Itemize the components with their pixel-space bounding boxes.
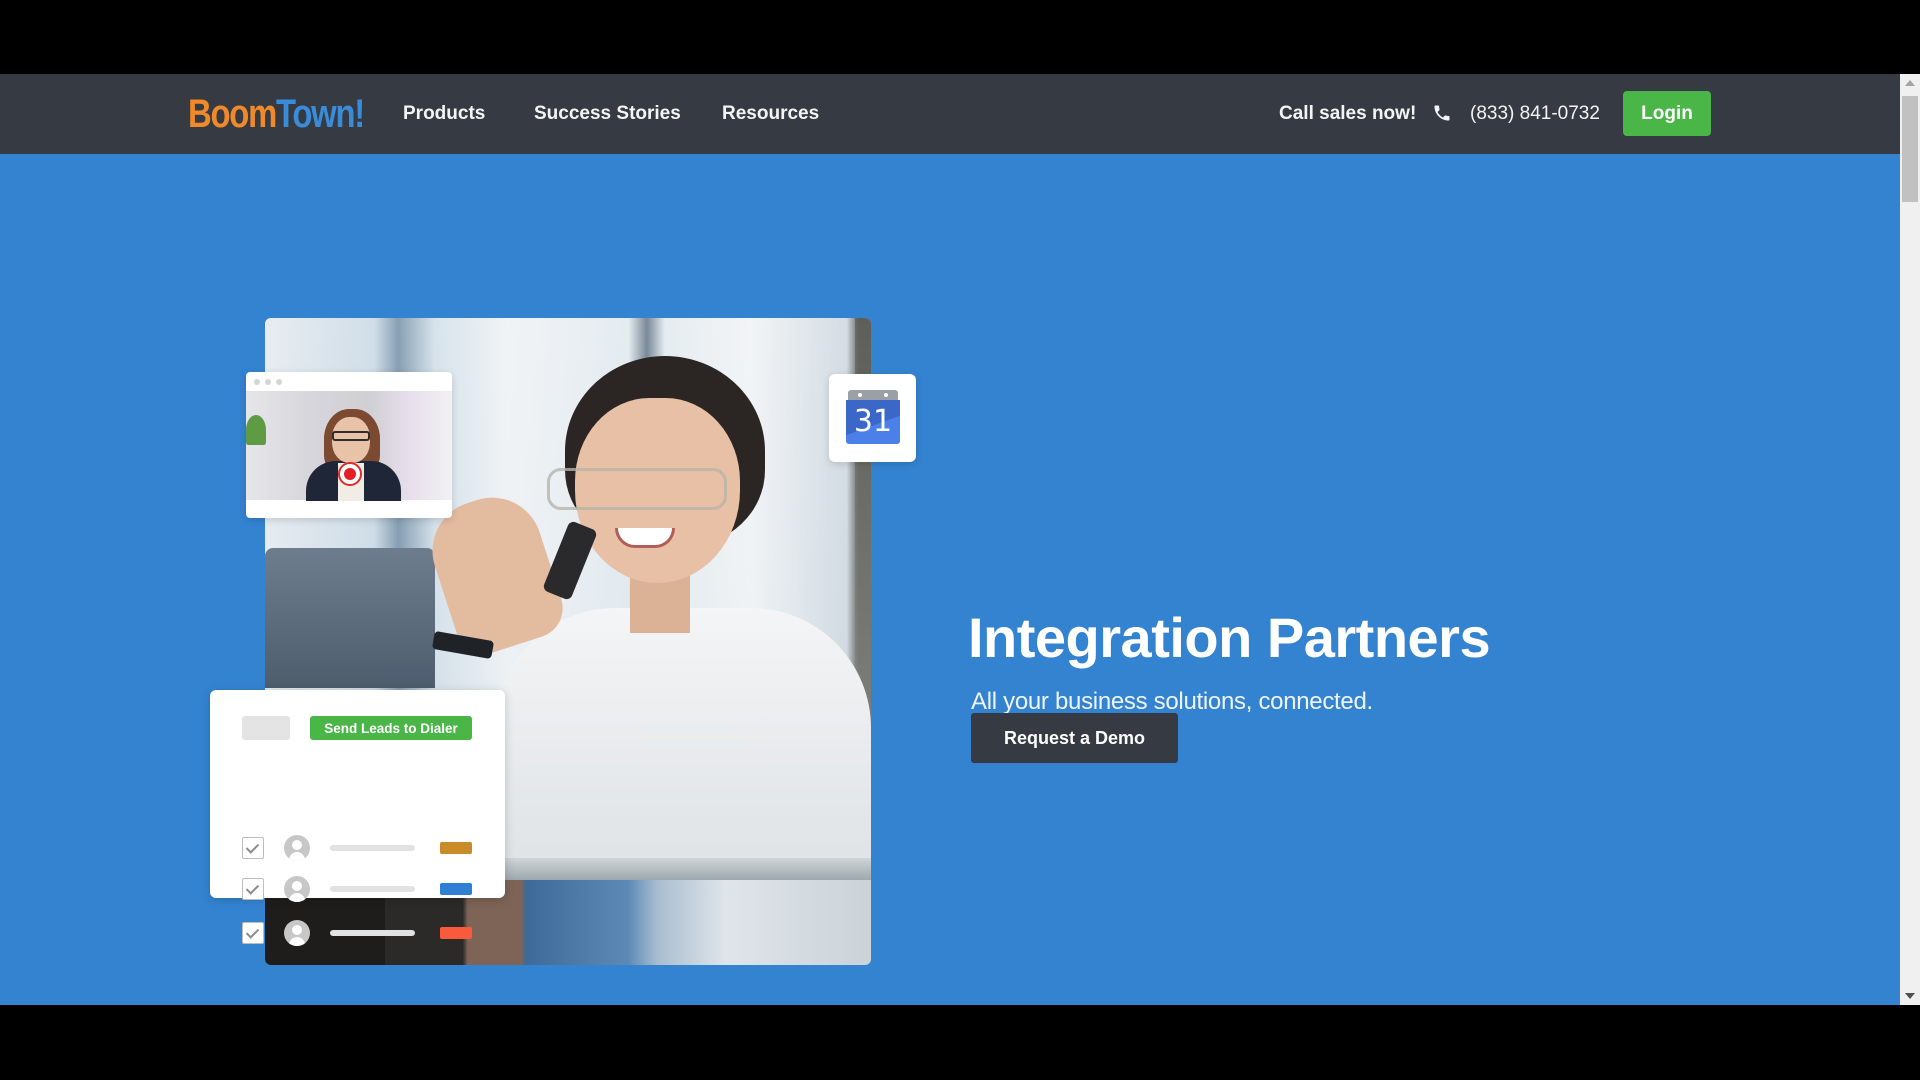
nav-resources[interactable]: Resources — [722, 102, 819, 126]
record-icon — [338, 462, 362, 486]
lead-name-placeholder — [330, 845, 415, 851]
nav-success-stories[interactable]: Success Stories — [534, 102, 681, 126]
checkbox-checked-icon — [242, 922, 264, 944]
avatar-icon — [284, 876, 310, 902]
phone-icon — [1432, 103, 1452, 123]
photo-laptop — [265, 548, 435, 688]
send-leads-button: Send Leads to Dialer — [310, 716, 472, 740]
scroll-down-arrow-icon[interactable] — [1905, 993, 1915, 999]
photo-person-glasses — [547, 468, 727, 510]
window-dot — [254, 379, 260, 385]
lead-tag — [440, 842, 472, 854]
avatar-icon — [284, 835, 310, 861]
calendar-day: 31 — [846, 400, 900, 444]
photo-person-shirt — [495, 608, 871, 868]
window-dots — [254, 379, 282, 385]
record-dot — [344, 468, 356, 480]
leads-card: Send Leads to Dialer — [210, 690, 505, 946]
hero-title: Integration Partners — [968, 606, 1491, 669]
avatar-icon — [284, 920, 310, 946]
logo-boom: Boom — [188, 92, 277, 136]
page-viewport: BoomTown! Products Success Stories Resou… — [0, 74, 1920, 1005]
checkbox-checked-icon — [242, 837, 264, 859]
logo-town: Town! — [276, 92, 365, 136]
calendar-card: 31 — [829, 374, 916, 462]
video-person-glasses — [332, 431, 370, 441]
boomtown-logo[interactable]: BoomTown! — [188, 92, 365, 136]
phone-number-link[interactable]: (833) 841-0732 — [1470, 102, 1600, 126]
lead-name-placeholder — [330, 886, 415, 892]
window-dot — [276, 379, 282, 385]
login-button[interactable]: Login — [1623, 91, 1711, 136]
lead-name-placeholder — [330, 930, 415, 936]
scroll-up-arrow-icon[interactable] — [1905, 80, 1915, 86]
window-dot — [265, 379, 271, 385]
scroll-thumb[interactable] — [1902, 96, 1918, 202]
request-demo-button[interactable]: Request a Demo — [971, 713, 1178, 763]
checkbox-checked-icon — [242, 878, 264, 900]
lead-tag — [440, 883, 472, 895]
call-sales-label: Call sales now! — [1279, 103, 1417, 124]
video-plant — [246, 415, 266, 445]
nav-products[interactable]: Products — [403, 102, 485, 126]
calendar-icon: 31 — [846, 390, 900, 446]
leads-placeholder — [242, 716, 290, 740]
vertical-scrollbar[interactable] — [1900, 74, 1920, 1005]
lead-row — [242, 919, 482, 947]
lead-row — [242, 834, 482, 862]
lead-row — [242, 875, 482, 903]
video-call-card — [246, 372, 452, 518]
calendar-icon-top — [848, 390, 898, 400]
lead-tag — [440, 927, 472, 939]
site-header: BoomTown! Products Success Stories Resou… — [0, 74, 1900, 154]
